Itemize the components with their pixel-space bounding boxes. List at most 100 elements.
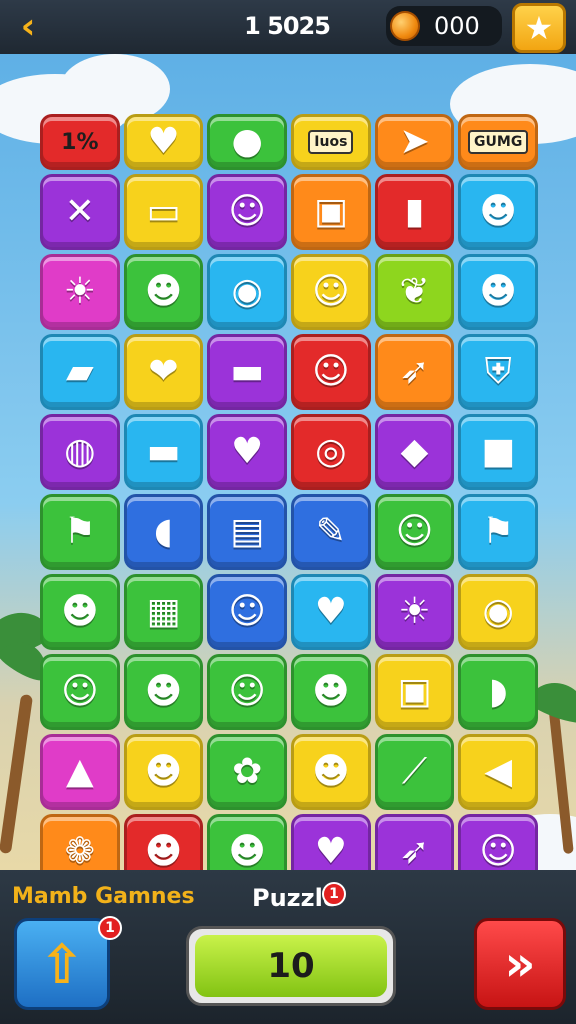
tile[interactable]: ▭ xyxy=(123,174,204,250)
tile[interactable]: ➶ xyxy=(374,334,455,410)
tile[interactable]: ▮ xyxy=(374,174,455,250)
tile[interactable]: ■ xyxy=(458,414,539,490)
grid-row: ▲ ☻ ✿ ☻ ⟋ ◀ xyxy=(40,734,539,810)
tile[interactable]: ⟋ xyxy=(374,734,455,810)
flag-icon: ⚑ xyxy=(482,511,515,552)
tile[interactable]: ● xyxy=(207,114,288,170)
cat-icon: ☺ xyxy=(312,351,350,392)
tile[interactable]: ✕ xyxy=(40,174,120,250)
tile[interactable]: ✎ xyxy=(291,494,371,570)
tile[interactable]: ☻ xyxy=(458,174,539,250)
tile[interactable]: ➤ xyxy=(374,114,455,170)
tile[interactable]: ◉ xyxy=(207,254,288,330)
cart-icon: ▭ xyxy=(146,191,181,232)
tile[interactable]: ☺ xyxy=(207,574,288,650)
star-button[interactable]: ★ xyxy=(512,3,566,53)
tile[interactable]: ☺ xyxy=(291,334,371,410)
tile[interactable]: ▣ xyxy=(374,654,455,730)
tile[interactable]: ▬ xyxy=(207,334,288,410)
flower-icon: ✿ xyxy=(232,751,263,792)
candy-icon: ◍ xyxy=(64,431,96,472)
sun-icon: ☀ xyxy=(398,591,431,632)
coin-icon xyxy=(390,11,420,41)
cat-icon: ☺ xyxy=(228,671,266,712)
score-display: 1 5025 xyxy=(244,12,331,40)
puzzle-badge: 1 xyxy=(322,882,346,906)
grid-row: ✕ ▭ ☺ ▣ ▮ ☻ xyxy=(40,174,539,250)
grid-row: ☀ ☻ ◉ ☺ ❦ ☻ xyxy=(40,254,539,330)
grid-row: ◍ ▬ ♥ ◎ ◆ ■ xyxy=(40,414,539,490)
banana-icon: ⟋ xyxy=(401,751,428,792)
upgrade-badge: 1 xyxy=(98,916,122,940)
tile[interactable]: ☻ xyxy=(40,574,120,650)
tile[interactable]: ◉ xyxy=(458,574,539,650)
tile[interactable]: ▬ xyxy=(123,414,204,490)
tile[interactable]: ▲ xyxy=(40,734,120,810)
palm-trunk xyxy=(0,693,34,855)
grid-row: ☺ ☻ ☺ ☻ ▣ ◗ xyxy=(40,654,539,730)
tile[interactable]: ☺ xyxy=(374,494,455,570)
target-icon: ◉ xyxy=(482,591,514,632)
tile[interactable]: ✿ xyxy=(207,734,288,810)
tile[interactable]: ◀ xyxy=(458,734,539,810)
tile[interactable]: ◖ xyxy=(123,494,204,570)
tile[interactable]: ☻ xyxy=(291,734,371,810)
tile[interactable]: ❦ xyxy=(374,254,455,330)
tile[interactable]: ☻ xyxy=(123,734,204,810)
phone-icon: ▮ xyxy=(404,191,425,232)
sun-icon: ☀ xyxy=(63,271,96,312)
arrow-icon: ➤ xyxy=(399,121,430,162)
percent-tile: 1% xyxy=(61,129,99,155)
tile[interactable]: 1% xyxy=(40,114,120,170)
bag-icon: ▣ xyxy=(313,191,348,232)
tile[interactable]: ❤ xyxy=(123,334,204,410)
capsule-icon: ◖ xyxy=(154,511,173,552)
tile[interactable]: ▦ xyxy=(123,574,204,650)
pyramid-icon: ▲ xyxy=(65,751,94,792)
tile[interactable]: ☺ xyxy=(207,174,288,250)
back-chevron-icon: ‹ xyxy=(20,5,36,47)
upgrade-button[interactable]: ⇧ xyxy=(14,918,110,1010)
tile[interactable]: ♥ xyxy=(123,114,204,170)
tile[interactable]: ☀ xyxy=(374,574,455,650)
tile[interactable]: ◗ xyxy=(458,654,539,730)
tile[interactable]: ◎ xyxy=(291,414,371,490)
back-button[interactable]: ‹ xyxy=(8,5,48,47)
game-title: Mamb Gamnes xyxy=(12,884,195,909)
tile[interactable]: ☻ xyxy=(123,254,204,330)
next-button[interactable]: » xyxy=(474,918,566,1010)
tile[interactable]: ☺ xyxy=(207,654,288,730)
shield-icon: ⛨ xyxy=(484,351,512,392)
box-icon: ▦ xyxy=(146,591,181,632)
grid-row: ⚑ ◖ ▤ ✎ ☺ ⚑ xyxy=(40,494,539,570)
rocket-icon: ✕ xyxy=(64,191,95,232)
bear-icon: ☻ xyxy=(228,831,266,872)
tile[interactable]: ◍ xyxy=(40,414,120,490)
tile[interactable]: ▣ xyxy=(291,174,371,250)
monster-icon: ☻ xyxy=(312,751,350,792)
tile[interactable]: GUMG xyxy=(458,114,539,170)
tile[interactable]: Iuos xyxy=(291,114,371,170)
flag-icon: ▬ xyxy=(230,351,265,392)
tile[interactable]: ▤ xyxy=(207,494,288,570)
cat-icon: ☻ xyxy=(144,271,183,312)
bird-icon: ☻ xyxy=(144,751,183,792)
tile[interactable]: ⛨ xyxy=(458,334,539,410)
tile[interactable]: ▰ xyxy=(40,334,120,410)
bottom-bar: Mamb Gamnes Puzzle 1 ⇧ 1 10 » xyxy=(0,870,576,1024)
tile[interactable]: ☀ xyxy=(40,254,120,330)
cat-icon: ☺ xyxy=(312,271,350,312)
tile[interactable]: ◆ xyxy=(374,414,455,490)
tile[interactable]: ♥ xyxy=(207,414,288,490)
tile[interactable]: ♥ xyxy=(291,574,371,650)
tile[interactable]: ⚑ xyxy=(40,494,120,570)
tile[interactable]: ☻ xyxy=(123,654,204,730)
tile[interactable]: ☺ xyxy=(291,254,371,330)
tile[interactable]: ⚑ xyxy=(458,494,539,570)
popsicle-icon: ▰ xyxy=(65,351,94,392)
tile[interactable]: ☻ xyxy=(291,654,371,730)
tile[interactable]: ☻ xyxy=(458,254,539,330)
tile[interactable]: ☺ xyxy=(40,654,120,730)
level-button[interactable]: 10 xyxy=(186,926,396,1006)
card-icon: ✎ xyxy=(315,511,346,552)
